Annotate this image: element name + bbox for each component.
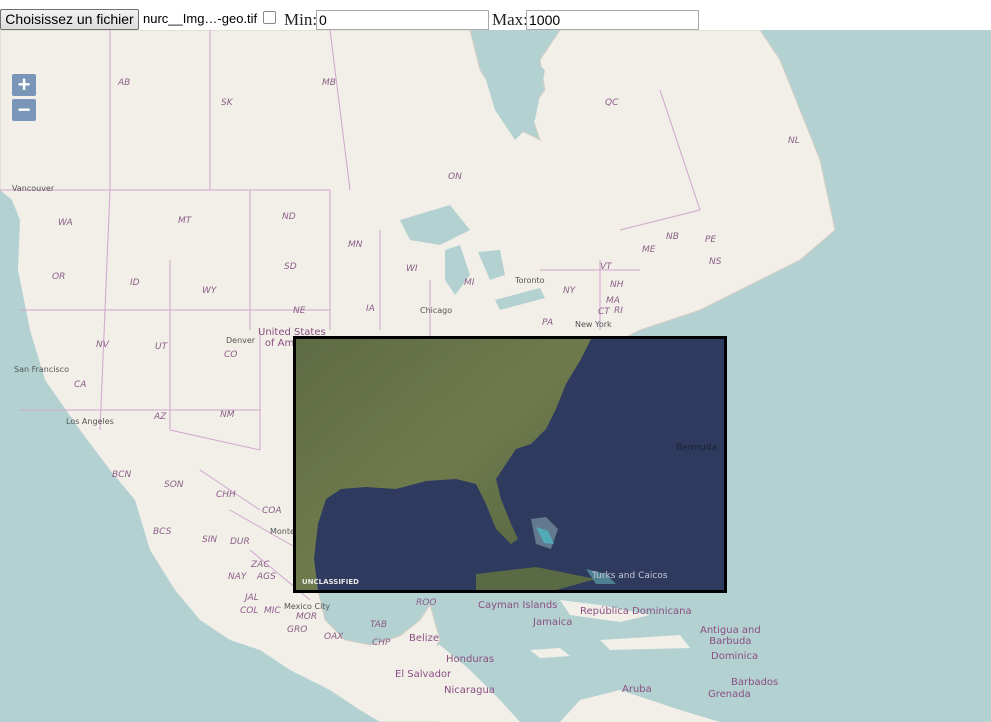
label-oax: OAX	[324, 632, 344, 642]
choose-file-button[interactable]: Choisissez un fichier	[0, 9, 139, 30]
zoom-in-button[interactable]: +	[12, 74, 36, 96]
city-denver: Denver	[226, 336, 256, 345]
overlay-unclassified-label: UNCLASSIFIED	[302, 578, 359, 586]
label-tab: TAB	[370, 620, 388, 630]
label-ct: CT	[598, 307, 610, 317]
label-roo: ROO	[416, 598, 437, 608]
city-vancouver: Vancouver	[12, 184, 55, 193]
label-or: OR	[52, 272, 66, 282]
jamaica-island	[530, 648, 570, 658]
label-nd: ND	[282, 212, 296, 222]
label-coa: COA	[262, 506, 282, 516]
country-grenada: Grenada	[708, 689, 751, 700]
country-cayman: Cayman Islands	[478, 600, 558, 611]
city-mexico-city: Mexico City	[284, 602, 331, 611]
label-ia: IA	[366, 304, 375, 314]
country-el-salvador: El Salvador	[395, 669, 452, 680]
selected-file-name: nurc__Img…-geo.tif	[143, 11, 258, 26]
label-ny: NY	[563, 286, 576, 296]
label-az: AZ	[154, 412, 167, 422]
label-nay: NAY	[228, 572, 247, 582]
overlay-turks-label: Turks and Caicos	[592, 571, 668, 581]
label-mt: MT	[178, 216, 192, 226]
country-aruba: Aruba	[622, 684, 652, 695]
zoom-out-button[interactable]: −	[12, 99, 36, 121]
toggle-checkbox[interactable]	[263, 11, 276, 24]
label-zac: ZAC	[251, 560, 270, 570]
city-los-angeles: Los Angeles	[66, 417, 114, 426]
country-dominicana: República Dominicana	[580, 606, 692, 617]
label-ut: UT	[155, 342, 168, 352]
label-co: CO	[224, 350, 238, 360]
label-col: COL	[240, 606, 259, 616]
satellite-image-overlay: Bermuda Turks and Caicos UNCLASSIFIED	[293, 336, 727, 593]
country-barbados: Barbados	[731, 677, 779, 688]
label-mor: MOR	[296, 612, 318, 622]
country-belize: Belize	[409, 633, 439, 644]
label-nb: NB	[666, 232, 679, 242]
city-san-francisco: San Francisco	[14, 365, 69, 374]
label-ab: AB	[118, 78, 131, 88]
label-ns: NS	[709, 257, 722, 267]
max-input[interactable]	[526, 10, 699, 30]
min-input[interactable]	[316, 10, 489, 30]
label-wy: WY	[202, 286, 217, 296]
label-qc: QC	[605, 98, 619, 108]
city-chicago: Chicago	[420, 306, 453, 315]
label-gro: GRO	[287, 625, 308, 635]
label-ca: CA	[74, 380, 87, 390]
label-nl: NL	[788, 136, 800, 146]
min-label: Min:	[284, 10, 318, 29]
label-mic: MIC	[264, 606, 281, 616]
label-sd: SD	[284, 262, 297, 272]
label-nm: NM	[220, 410, 235, 420]
country-nicaragua: Nicaragua	[444, 685, 495, 696]
country-jamaica: Jamaica	[533, 617, 573, 628]
map-view[interactable]: + − AB SK MB QC NL ON WA MT ND MN NB PE …	[0, 30, 991, 722]
label-bcn: BCN	[112, 470, 132, 480]
label-chp: CHP	[372, 638, 391, 648]
city-new-york: New York	[575, 320, 612, 329]
label-mn: MN	[348, 240, 363, 250]
label-dur: DUR	[230, 537, 250, 547]
hispaniola	[600, 635, 690, 650]
label-pe: PE	[705, 235, 717, 245]
country-dominica: Dominica	[711, 651, 759, 662]
label-sin: SIN	[202, 535, 218, 545]
label-nv: NV	[96, 340, 109, 350]
label-nh: NH	[610, 280, 624, 290]
toolbar: Choisissez un fichier nurc__Img…-geo.tif…	[0, 0, 991, 30]
label-ne: NE	[293, 306, 306, 316]
city-toronto: Toronto	[515, 276, 545, 285]
label-wi: WI	[406, 264, 418, 274]
label-pa: PA	[542, 318, 554, 328]
country-antigua: Antigua and Barbuda	[700, 625, 761, 647]
label-on: ON	[448, 172, 462, 182]
country-honduras: Honduras	[446, 654, 495, 665]
label-jal: JAL	[245, 593, 259, 603]
label-mb: MB	[322, 78, 336, 88]
label-vt: VT	[600, 262, 612, 272]
label-ma: MA	[606, 296, 620, 306]
label-mi: MI	[464, 278, 475, 288]
label-bcs: BCS	[153, 527, 172, 537]
overlay-bermuda-label: Bermuda	[676, 443, 717, 453]
label-ri: RI	[614, 306, 623, 316]
label-chh: CHH	[216, 490, 236, 500]
label-wa: WA	[58, 218, 73, 228]
label-me: ME	[642, 245, 656, 255]
label-son: SON	[164, 480, 184, 490]
label-ags: AGS	[257, 572, 276, 582]
label-id: ID	[130, 278, 140, 288]
label-sk: SK	[221, 98, 233, 108]
satellite-imagery	[296, 339, 724, 590]
max-label: Max:	[492, 10, 528, 29]
